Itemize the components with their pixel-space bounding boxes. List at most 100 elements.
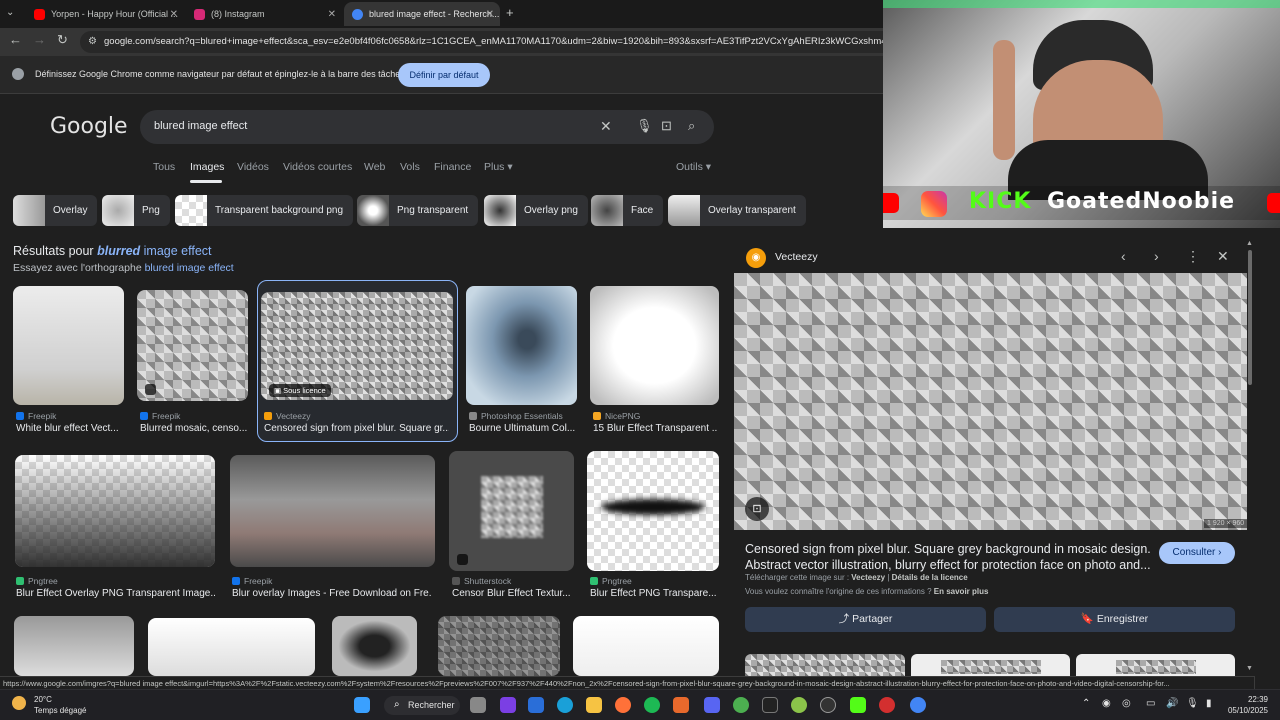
mic-icon[interactable]: 🎙 (1186, 698, 1199, 709)
clock[interactable]: 22:39 05/10/2025 (1224, 694, 1268, 716)
result-title[interactable]: Blurred mosaic, censo... (140, 423, 250, 434)
task-view-icon[interactable] (470, 697, 486, 713)
chip-transparent-background-png[interactable]: Transparent background png (175, 195, 354, 226)
forward-icon[interactable]: → (33, 32, 46, 47)
related-image[interactable] (745, 654, 905, 678)
result-image[interactable] (230, 455, 435, 567)
related-image[interactable] (911, 654, 1070, 678)
save-button[interactable]: 🔖 Enregistrer (994, 607, 1235, 632)
result-title[interactable]: Blur overlay Images - Free Download on F… (232, 588, 432, 599)
close-tab-icon[interactable]: ✕ (328, 9, 336, 20)
next-icon[interactable]: › (1154, 248, 1159, 264)
corrected-rest[interactable]: image effect (144, 244, 212, 258)
license-site[interactable]: Vecteezy (851, 573, 885, 582)
app-icon[interactable] (762, 697, 778, 713)
app-icon[interactable] (791, 697, 807, 713)
chip-overlay[interactable]: Overlay (13, 195, 98, 226)
chip-png[interactable]: Png (102, 195, 170, 226)
related-image[interactable] (1076, 654, 1235, 678)
tab-youtube[interactable]: Yorpen - Happy Hour (Official ... ✕ (26, 2, 184, 26)
panel-scrollbar[interactable] (1248, 250, 1252, 385)
mic-icon[interactable]: 🎙 (636, 118, 653, 134)
visit-button[interactable]: Consulter › (1159, 542, 1235, 564)
battery-icon[interactable]: ▮ (1206, 698, 1212, 709)
result-image[interactable] (466, 286, 577, 405)
tab-web[interactable]: Web (364, 161, 385, 173)
result-title[interactable]: Bourne Ultimatum Col... (469, 423, 579, 434)
chip-png-transparent[interactable]: Png transparent (357, 195, 479, 226)
obs-icon[interactable] (820, 697, 836, 713)
tray-expand-icon[interactable]: ⌃ (1082, 698, 1090, 709)
app-icon[interactable] (500, 697, 516, 713)
result-image[interactable] (590, 286, 719, 405)
tab-instagram[interactable]: (8) Instagram ✕ (186, 2, 342, 26)
scroll-up-icon[interactable]: ▲ (1246, 240, 1253, 247)
firefox-icon[interactable] (615, 697, 631, 713)
clear-icon[interactable]: ✕ (600, 118, 612, 135)
discord-icon[interactable] (704, 697, 720, 713)
result-image[interactable] (449, 451, 574, 571)
result-image[interactable] (438, 616, 560, 676)
chip-overlay-png[interactable]: Overlay png (484, 195, 588, 226)
google-logo[interactable]: Google (50, 114, 128, 139)
weather-widget[interactable]: 20°C Temps dégagé (12, 694, 86, 716)
chip-face[interactable]: Face (591, 195, 664, 226)
lens-icon[interactable]: ⊡ (661, 118, 672, 134)
app-icon[interactable] (528, 697, 544, 713)
result-title[interactable]: 15 Blur Effect Transparent ... (593, 423, 717, 434)
result-title[interactable]: Blur Effect Overlay PNG Transparent Imag… (16, 588, 216, 599)
preview-image[interactable] (734, 273, 1247, 530)
search-input[interactable]: blured image effect (154, 120, 247, 132)
result-title[interactable]: White blur effect Vect... (16, 423, 128, 434)
app-icon[interactable] (879, 697, 895, 713)
close-icon[interactable]: ✕ (1217, 248, 1229, 265)
panel-title[interactable]: Censored sign from pixel blur. Square gr… (745, 541, 1155, 573)
result-image[interactable] (13, 286, 124, 405)
search-box[interactable]: blured image effect ✕ 🎙 ⊡ ⌕ (140, 110, 714, 144)
result-image[interactable] (587, 451, 719, 571)
result-image[interactable] (148, 618, 315, 676)
reload-icon[interactable]: ↻ (57, 32, 68, 48)
learn-more-link[interactable]: En savoir plus (934, 587, 989, 596)
result-image[interactable] (573, 616, 719, 676)
tab-google-search[interactable]: blured image effect - Recherch... ✕ (344, 2, 500, 26)
result-image-selected[interactable]: ▣ Sous licence (261, 292, 453, 400)
tab-images[interactable]: Images (190, 161, 224, 173)
tab-short-videos[interactable]: Vidéos courtes (283, 161, 352, 173)
close-tab-icon[interactable]: ✕ (170, 9, 178, 20)
share-button[interactable]: ⤴ Partager (745, 607, 986, 632)
volume-icon[interactable]: 🔊 (1166, 698, 1178, 709)
set-default-button[interactable]: Définir par défaut (398, 63, 490, 87)
steam-tray-icon[interactable]: ◎ (1122, 698, 1131, 709)
license-details-link[interactable]: Détails de la licence (892, 573, 968, 582)
network-icon[interactable]: ▭ (1146, 698, 1155, 709)
tab-all[interactable]: Tous (153, 161, 175, 173)
new-tab-button[interactable]: + (506, 5, 514, 20)
corrected-term[interactable]: blurred (97, 244, 140, 258)
result-image[interactable] (15, 455, 215, 567)
previous-icon[interactable]: ‹ (1121, 248, 1126, 264)
site-info-icon[interactable]: ⚙ (88, 31, 97, 53)
chip-overlay-transparent[interactable]: Overlay transparent (668, 195, 806, 226)
tab-flights[interactable]: Vols (400, 161, 420, 173)
start-icon[interactable] (354, 697, 370, 713)
discord-tray-icon[interactable]: ◉ (1102, 698, 1111, 709)
original-spelling-link[interactable]: blured image effect (145, 262, 234, 274)
spotify-icon[interactable] (644, 697, 660, 713)
lens-search-icon[interactable]: ⊡ (745, 497, 769, 521)
address-bar[interactable]: ⚙ google.com/search?q=blured+image+effec… (80, 31, 900, 53)
back-icon[interactable]: ← (9, 32, 22, 47)
tab-finance[interactable]: Finance (434, 161, 471, 173)
result-image[interactable] (14, 616, 134, 676)
kick-icon[interactable] (850, 697, 866, 713)
tab-videos[interactable]: Vidéos (237, 161, 269, 173)
tools-button[interactable]: Outils ▾ (676, 161, 711, 173)
panel-source[interactable]: Vecteezy (775, 251, 818, 263)
result-image[interactable] (332, 616, 417, 676)
scroll-down-icon[interactable]: ▼ (1246, 665, 1253, 672)
result-image[interactable] (137, 290, 248, 401)
tab-search-icon[interactable]: ⌄ (6, 7, 14, 18)
more-options-icon[interactable]: ⋮ (1186, 248, 1200, 265)
chrome-icon[interactable] (733, 697, 749, 713)
tab-more[interactable]: Plus ▾ (484, 161, 513, 173)
